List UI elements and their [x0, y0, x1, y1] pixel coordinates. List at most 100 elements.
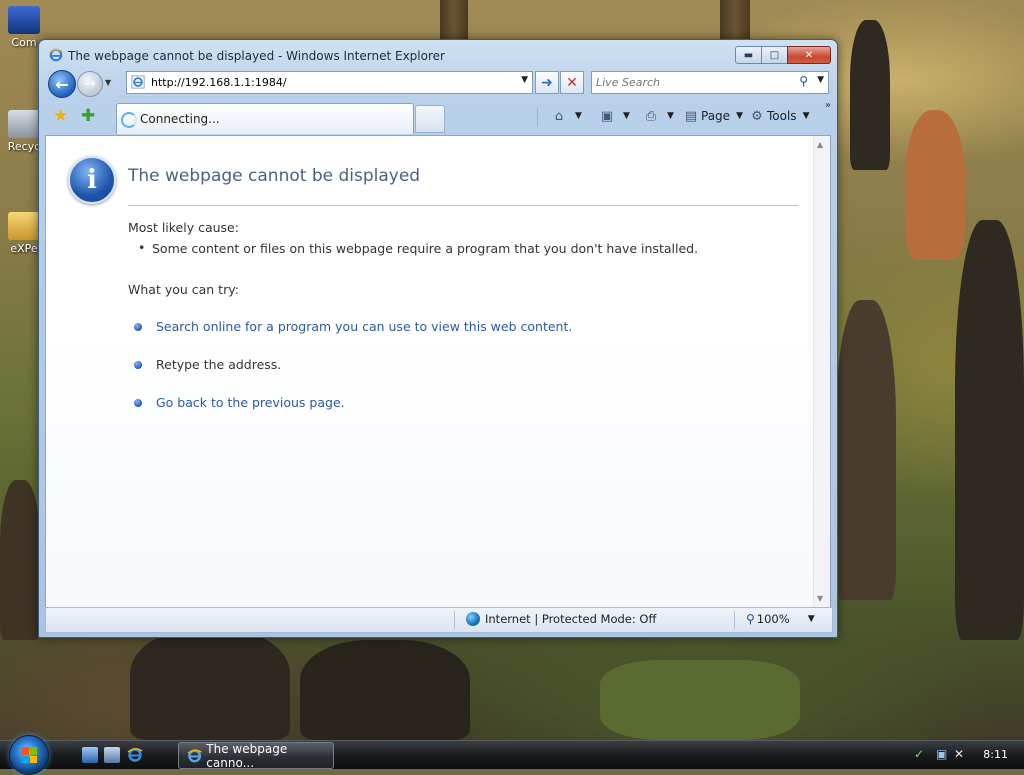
favorites-star-icon[interactable]: ★ [53, 106, 68, 126]
wallpaper-grass [600, 660, 800, 740]
close-button[interactable]: ✕ [787, 46, 831, 64]
desktop-icon-label: Com [11, 36, 37, 49]
zoom-dropdown-icon[interactable]: ▼ [808, 614, 815, 624]
maximize-button[interactable]: □ [761, 46, 788, 64]
rss-feed-icon: ▣ [600, 108, 614, 124]
info-icon: i [68, 156, 116, 204]
page-dropdown-icon: ▼ [736, 111, 743, 121]
stop-x-icon: ✕ [566, 74, 578, 91]
tools-menu[interactable]: ⚙ Tools ▼ [749, 108, 809, 124]
search-input[interactable] [596, 74, 786, 90]
window-title: The webpage cannot be displayed - Window… [68, 49, 445, 63]
divider [128, 205, 798, 206]
print-dropdown-icon[interactable]: ▼ [667, 111, 674, 121]
wallpaper-tree-trunk [720, 0, 750, 40]
bullet-icon [134, 361, 142, 369]
page-viewport: i The webpage cannot be displayed Most l… [45, 135, 831, 608]
address-input[interactable] [151, 74, 511, 90]
back-button[interactable]: ← [48, 70, 76, 98]
recent-pages-dropdown[interactable]: ▼ [105, 78, 111, 87]
page-icon [131, 75, 145, 89]
more-commands-chevron-icon[interactable]: » [825, 100, 831, 111]
printer-icon: ⎙ [645, 108, 657, 124]
feeds-dropdown-icon[interactable]: ▼ [623, 111, 630, 121]
command-separator [537, 108, 538, 126]
search-online-link[interactable]: Search online for a program you can use … [156, 319, 572, 334]
scroll-up-icon[interactable]: ▲ [817, 140, 823, 149]
loading-spinner-icon [121, 112, 137, 128]
folder-icon [8, 212, 40, 240]
volume-muted-icon[interactable]: ✕ [954, 747, 970, 763]
zoom-control[interactable]: ⚲ 100% ▼ [746, 612, 815, 626]
bullet-icon [134, 399, 142, 407]
wallpaper-figure [850, 20, 890, 170]
home-dropdown-icon[interactable]: ▼ [575, 111, 582, 121]
start-button[interactable] [9, 735, 49, 775]
cause-item: Some content or files on this webpage re… [138, 240, 698, 256]
wallpaper-figure [836, 300, 896, 600]
internet-globe-icon [466, 612, 480, 626]
home-icon: ⌂ [554, 108, 564, 124]
search-box[interactable]: ⚲ ▼ [591, 71, 829, 94]
stop-button[interactable]: ✕ [560, 71, 584, 94]
address-bar[interactable]: ▼ [126, 71, 533, 94]
computer-icon [8, 6, 40, 34]
new-tab-button[interactable] [415, 105, 445, 133]
wallpaper-figure [300, 640, 470, 740]
page-icon: ▤ [684, 108, 698, 124]
tools-dropdown-icon: ▼ [802, 111, 810, 121]
show-desktop-icon[interactable] [82, 747, 98, 763]
add-favorite-icon[interactable]: ✚ [81, 106, 95, 126]
clock[interactable]: 8:11 [983, 748, 1008, 761]
forward-arrow-icon: → [84, 76, 96, 92]
tab-current[interactable]: Connecting... [116, 103, 414, 134]
taskbar-button-label: The webpage canno... [206, 741, 288, 770]
page-menu[interactable]: ▤ Page ▼ [683, 108, 743, 124]
cause-label: Most likely cause: [128, 220, 239, 235]
tray-app-icon[interactable]: ✓ [914, 747, 930, 763]
switch-windows-icon[interactable] [104, 747, 120, 763]
wallpaper-tree-trunk [440, 0, 468, 40]
status-separator [454, 611, 455, 629]
address-dropdown-icon[interactable]: ▼ [521, 75, 528, 85]
go-back-link[interactable]: Go back to the previous page. [156, 395, 345, 410]
desktop-icon-label: Recyc [7, 140, 41, 153]
recycle-bin-icon [8, 110, 40, 138]
wallpaper-figure [0, 480, 40, 640]
print-button[interactable]: ⎙ ▼ [643, 108, 674, 124]
title-bar[interactable]: The webpage cannot be displayed - Window… [39, 40, 837, 68]
internet-explorer-icon [49, 48, 63, 62]
window-controls: ▬ □ ✕ [735, 46, 831, 64]
wallpaper-figure [905, 110, 965, 260]
feeds-button[interactable]: ▣ ▼ [599, 108, 630, 124]
wallpaper-figure [955, 220, 1024, 640]
system-tray: ✓ ▣ ✕ 8:11 [908, 741, 1024, 769]
content-background [46, 336, 814, 607]
network-icon[interactable]: ▣ [936, 747, 952, 763]
gear-icon: ⚙ [751, 108, 763, 124]
status-separator [734, 611, 735, 629]
security-zone[interactable]: Internet | Protected Mode: Off [466, 612, 656, 626]
go-arrow-icon: ➜ [541, 74, 553, 91]
desktop-icon-label: eXPe [10, 242, 38, 255]
forward-button[interactable]: → [77, 71, 103, 97]
minimize-button[interactable]: ▬ [735, 46, 762, 64]
try-label: What you can try: [128, 282, 239, 297]
command-bar: ★ ✚ Connecting... ⌂ ▼ ▣ ▼ ⎙ ▼ ▤ Page ▼ ⚙ To… [43, 100, 833, 134]
retype-address-text: Retype the address. [156, 357, 282, 372]
internet-explorer-icon [187, 748, 202, 762]
scroll-down-icon[interactable]: ▼ [817, 594, 823, 603]
ie-window: The webpage cannot be displayed - Window… [38, 39, 838, 638]
internet-explorer-quicklaunch-icon[interactable] [127, 747, 143, 763]
search-icon[interactable]: ⚲ [799, 74, 808, 88]
vertical-scrollbar[interactable]: ▲ ▼ [813, 136, 830, 607]
page-title: The webpage cannot be displayed [128, 166, 421, 186]
tab-label: Connecting... [140, 112, 220, 126]
search-provider-dropdown-icon[interactable]: ▼ [817, 75, 824, 85]
minimize-icon: ▬ [743, 49, 754, 61]
taskbar-button-ie[interactable]: The webpage canno... [178, 741, 334, 770]
wallpaper-figure [130, 630, 290, 740]
home-button[interactable]: ⌂ ▼ [551, 108, 582, 124]
zoom-magnifier-icon: ⚲ [746, 612, 755, 626]
go-button[interactable]: ➜ [535, 71, 559, 94]
